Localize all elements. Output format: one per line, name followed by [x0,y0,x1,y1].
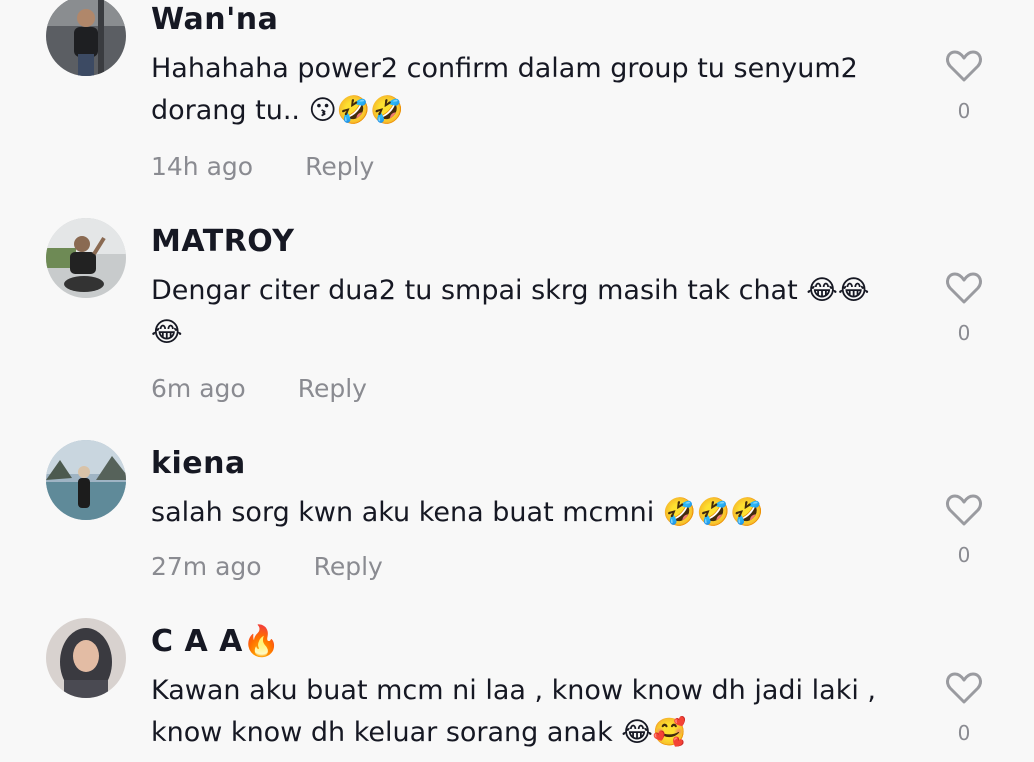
avatar[interactable] [46,440,126,520]
avatar[interactable] [46,618,126,698]
like-count: 0 [957,321,971,345]
comment-meta: 27m ago Reply [151,552,383,582]
heart-icon [946,50,982,82]
reply-button[interactable]: Reply [314,552,383,581]
comment-text: Dengar citer dua2 tu smpai skrg masih ta… [151,275,870,348]
comment-text: Kawan aku buat mcm ni laa , know know dh… [151,675,876,748]
avatar[interactable] [46,0,126,76]
heart-icon [946,272,982,304]
comment-username[interactable]: Wan'na [151,2,278,38]
like-count: 0 [957,721,971,745]
avatar[interactable] [46,218,126,298]
like-count: 0 [957,543,971,567]
comment-username[interactable]: C A A🔥 [151,624,281,660]
like-button[interactable] [944,268,984,308]
comment-text: salah sorg kwn aku kena buat mcmni 🤣🤣🤣 [151,497,764,528]
comment-timestamp: 27m ago [151,552,262,581]
reply-button[interactable]: Reply [298,374,367,403]
comment-timestamp: 6m ago [151,374,246,403]
reply-button[interactable]: Reply [305,152,374,181]
heart-icon [946,494,982,526]
comment-username[interactable]: kiena [151,446,246,482]
comment-text: Hahahaha power2 confirm dalam group tu s… [151,53,858,126]
heart-icon [946,672,982,704]
like-button[interactable] [944,668,984,708]
like-count: 0 [957,99,971,123]
comment-username[interactable]: MATROY [151,224,294,260]
like-button[interactable] [944,46,984,86]
comment-meta: 6m ago Reply [151,374,367,404]
comment-timestamp: 14h ago [151,152,254,181]
comment-meta: 14h ago Reply [151,152,374,182]
like-button[interactable] [944,490,984,530]
